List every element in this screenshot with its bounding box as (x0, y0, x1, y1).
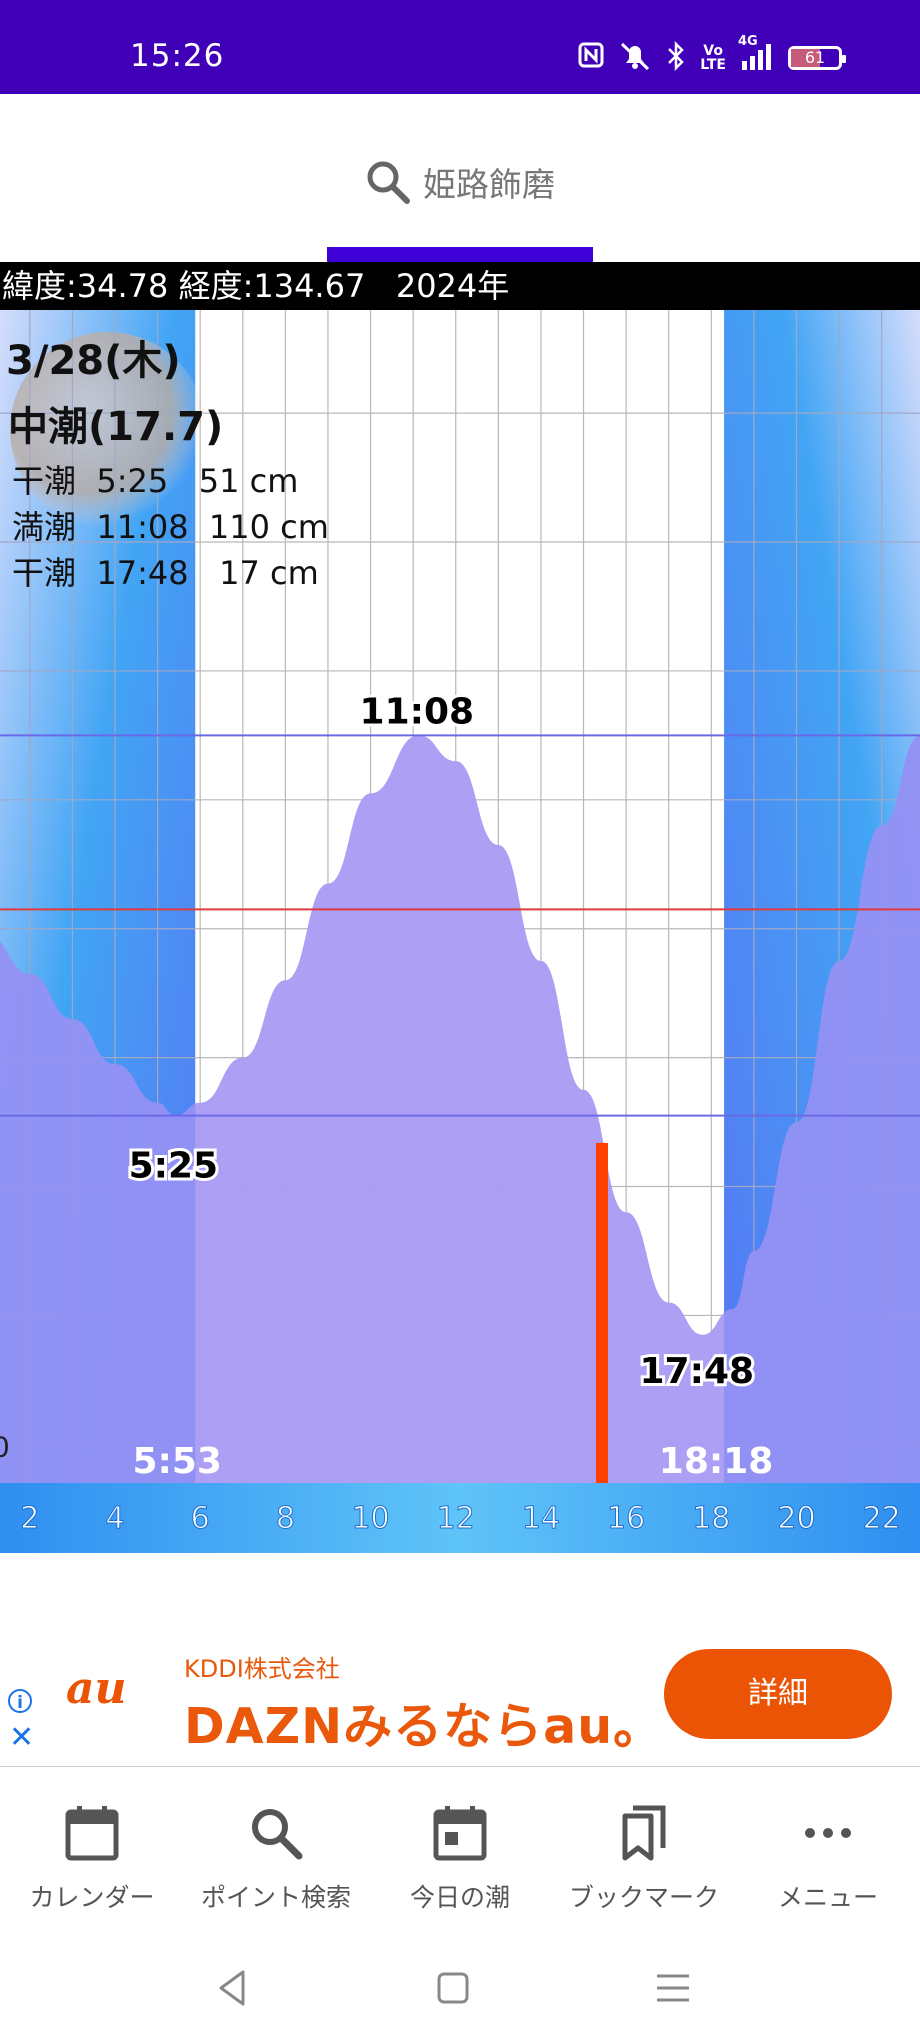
tide-event-time: 17:48 (96, 554, 189, 592)
more-icon (805, 1828, 851, 1838)
x-tick-label: 2 (20, 1501, 39, 1536)
chart-date: 3/28(木) (6, 338, 181, 384)
nav-today-tide-label: 今日の潮 (409, 1883, 510, 1912)
back-icon[interactable] (211, 1966, 255, 2010)
tide-event-kind: 干潮 (12, 462, 77, 500)
tide-event-time: 11:08 (96, 508, 189, 546)
low-tide-pm-label: 17:48 (639, 1351, 754, 1392)
nav-menu-label: メニュー (777, 1883, 878, 1912)
bottom-nav: カレンダー ポイント検索 今日の潮 ブックマーク メニュー (0, 1770, 920, 1920)
status-time: 15:26 (130, 38, 225, 74)
x-tick-label: 14 (522, 1501, 560, 1536)
status-bar: 15:26 Vo LTE 4G 61 (0, 0, 920, 94)
x-tick-label: 22 (863, 1501, 901, 1536)
nav-bookmark[interactable]: ブックマーク (552, 1770, 736, 1920)
x-tick-label: 16 (607, 1501, 645, 1536)
tide-event-level: 17 cm (219, 554, 319, 592)
search-icon (367, 161, 410, 204)
sunset-label: 18:18 (659, 1441, 774, 1482)
bluetooth-icon (666, 40, 686, 75)
tide-event-level: 110 cm (208, 508, 329, 546)
nav-point-search[interactable]: ポイント検索 (184, 1770, 368, 1920)
tide-event-kind: 干潮 (12, 554, 77, 592)
nav-bookmark-label: ブックマーク (568, 1883, 719, 1912)
sunrise-label: 5:53 (132, 1441, 222, 1482)
y-tick-label: 0 (0, 1430, 10, 1463)
low-tide-am-label: 5:25 (129, 1146, 219, 1187)
tide-event-row: 干潮 5:25 51 cm (12, 456, 298, 502)
x-tick-label: 6 (191, 1501, 210, 1536)
tide-event-kind: 満潮 (12, 508, 77, 546)
status-icons: Vo LTE 4G 61 (578, 35, 846, 75)
network-type-label: 4G (738, 34, 758, 49)
battery-icon: 61 (788, 46, 846, 70)
x-tick-label: 20 (777, 1501, 815, 1536)
current-time-marker (595, 1142, 608, 1483)
tide-night-tint-evening (724, 310, 920, 1483)
home-icon[interactable] (431, 1966, 475, 2010)
bookmarks-icon (622, 1805, 666, 1861)
tide-event-time: 5:25 (96, 462, 169, 500)
nav-menu[interactable]: メニュー (736, 1770, 920, 1920)
calendar-icon (65, 1806, 119, 1861)
search-icon (252, 1809, 303, 1860)
coordinates-strip: 緯度:34.78 経度:134.67 2024年 (0, 262, 920, 310)
nav-calendar[interactable]: カレンダー (0, 1770, 184, 1920)
system-nav-bar (0, 1940, 920, 2044)
tide-event-level: 51 cm (198, 462, 299, 500)
today-calendar-icon (433, 1806, 487, 1861)
nav-calendar-label: カレンダー (29, 1883, 155, 1912)
location-search-row[interactable]: 姫路飾磨 (0, 158, 920, 206)
nfc-icon (578, 42, 604, 75)
x-tick-label: 8 (276, 1501, 295, 1536)
tab-indicator (327, 247, 593, 262)
ad-company: KDDI株式会社 (184, 1655, 340, 1683)
mute-icon (618, 41, 652, 75)
volte-icon: Vo LTE (700, 43, 726, 73)
ad-detail-button[interactable]: 詳細 (664, 1649, 892, 1739)
nav-point-search-label: ポイント検索 (200, 1883, 351, 1912)
location-search-bar[interactable]: 姫路飾磨 (0, 94, 920, 262)
ad-close-icon[interactable]: ✕ (9, 1723, 34, 1753)
x-tick-label: 18 (692, 1501, 730, 1536)
tide-name: 中潮(17.7) (8, 404, 224, 450)
nav-today-tide[interactable]: 今日の潮 (368, 1770, 552, 1920)
location-name: 姫路飾磨 (423, 165, 555, 204)
ad-headline[interactable]: DAZNみるならau。 (184, 1687, 663, 1758)
ad-banner[interactable]: i ✕ au KDDI株式会社 DAZNみるならau。 詳細 (0, 1623, 920, 1767)
tide-chart[interactable]: 11:08 5:25 17:48 5:53 18:18 0 2 4 6 8 10 12 14 16 18 20… (0, 310, 920, 1553)
recents-icon[interactable] (651, 1966, 695, 2010)
x-tick-label: 10 (351, 1501, 389, 1536)
signal-icon: 4G (738, 35, 774, 75)
ad-info-icon[interactable]: i (8, 1689, 32, 1713)
x-tick-label: 4 (105, 1501, 124, 1536)
battery-level: 61 (804, 48, 826, 67)
tide-event-row: 干潮 17:48 17 cm (12, 548, 319, 594)
au-logo-text: au (66, 1663, 127, 1714)
high-tide-label: 11:08 (360, 691, 475, 732)
tide-event-row: 満潮 11:08 110 cm (12, 502, 329, 548)
au-logo: au (66, 1663, 127, 1714)
x-tick-label: 12 (437, 1501, 475, 1536)
